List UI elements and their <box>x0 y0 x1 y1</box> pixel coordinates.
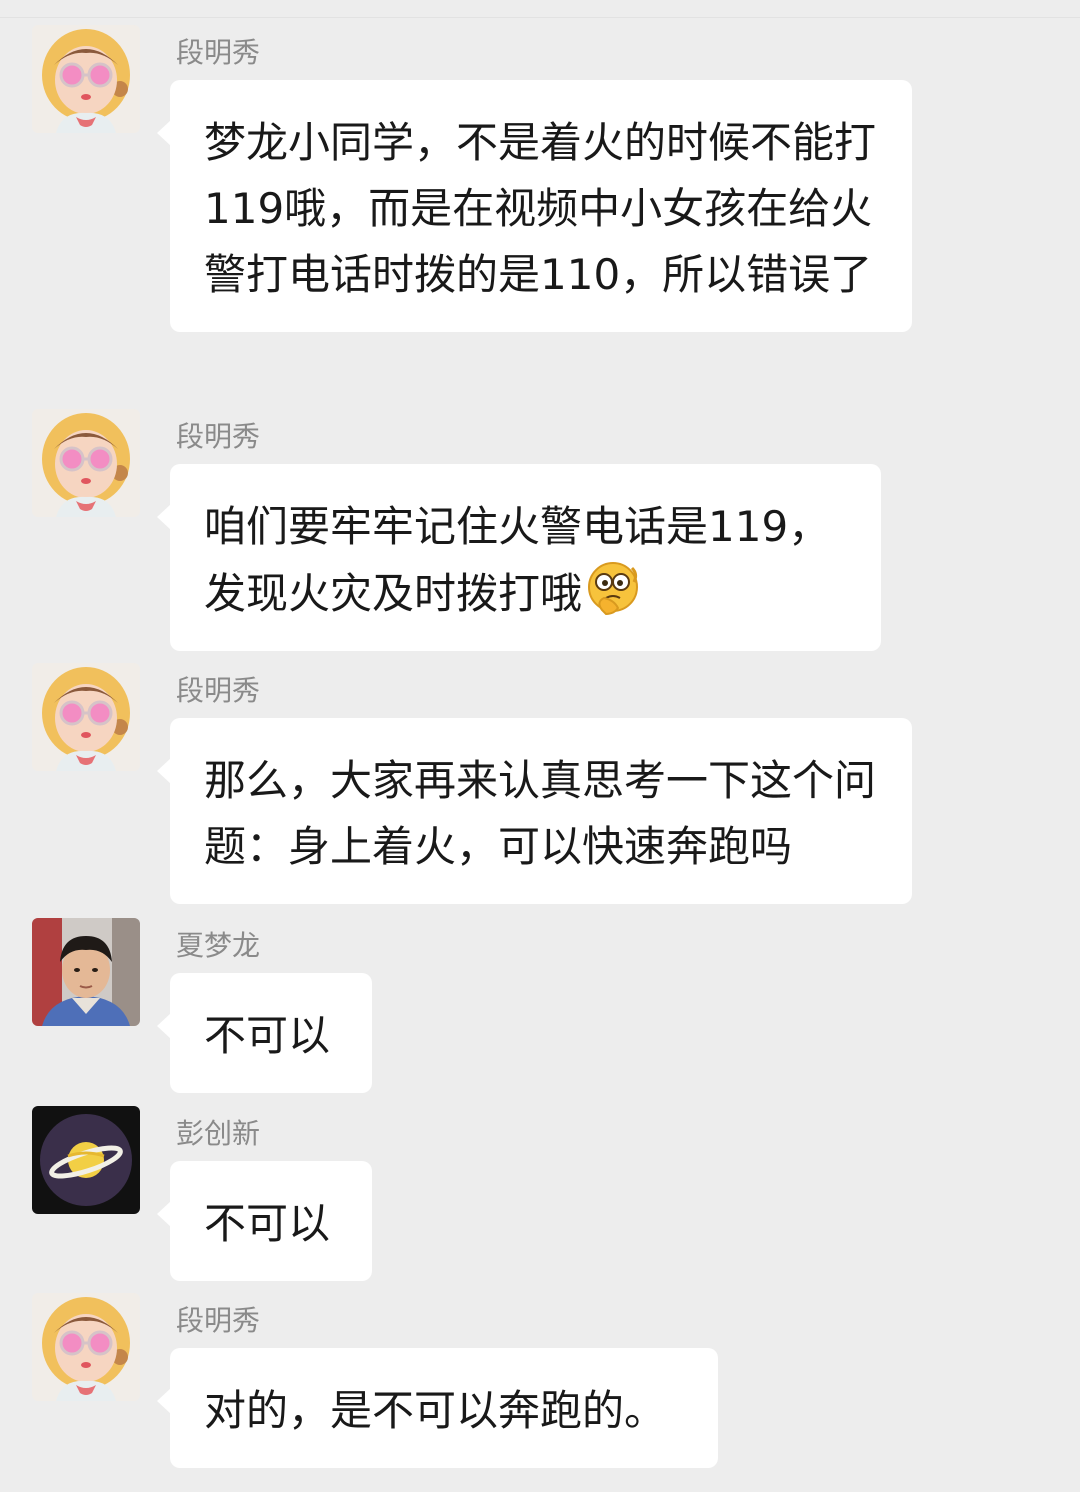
avatar[interactable] <box>32 663 140 771</box>
message-bubble[interactable]: 不可以 <box>157 1161 372 1281</box>
avatar[interactable] <box>32 25 140 133</box>
avatar[interactable] <box>32 1293 140 1401</box>
message-bubble[interactable]: 那么，大家再来认真思考一下这个问题：身上着火，可以快速奔跑吗 <box>157 718 912 904</box>
message-bubble[interactable]: 不可以 <box>157 973 372 1093</box>
sender-name: 段明秀 <box>176 36 261 69</box>
avatar[interactable] <box>32 1106 140 1214</box>
message-text: 梦龙小同学，不是着火的时候不能打119哦，而是在视频中小女孩在给火警打电话时拨的… <box>204 118 877 299</box>
message-bubble[interactable]: 咱们要牢牢记住火警电话是119，发现火灾及时拨打哦 <box>157 464 881 651</box>
sender-name: 段明秀 <box>176 420 261 453</box>
sender-name: 夏梦龙 <box>176 929 261 962</box>
message-text: 不可以 <box>204 1199 331 1248</box>
planet-avatar-icon <box>32 1106 140 1214</box>
sender-name: 段明秀 <box>176 674 261 707</box>
cartoon-girl-avatar-icon <box>32 25 140 133</box>
avatar[interactable] <box>32 918 140 1026</box>
message-bubble[interactable]: 梦龙小同学，不是着火的时候不能打119哦，而是在视频中小女孩在给火警打电话时拨的… <box>157 80 912 332</box>
cartoon-girl-avatar-icon <box>32 1293 140 1401</box>
sender-name: 段明秀 <box>176 1304 261 1337</box>
boy-photo-avatar-icon <box>32 918 140 1026</box>
message-bubble[interactable]: 对的，是不可以奔跑的。 <box>157 1348 718 1468</box>
top-divider <box>0 17 1080 18</box>
cartoon-girl-avatar-icon <box>32 409 140 517</box>
avatar[interactable] <box>32 409 140 517</box>
thinking-emoji-icon <box>588 562 639 616</box>
message-text: 咱们要牢牢记住火警电话是119，发现火灾及时拨打哦 <box>204 502 831 618</box>
cartoon-girl-avatar-icon <box>32 663 140 771</box>
message-text: 对的，是不可以奔跑的。 <box>204 1386 667 1435</box>
message-text: 不可以 <box>204 1011 331 1060</box>
message-text: 那么，大家再来认真思考一下这个问题：身上着火，可以快速奔跑吗 <box>204 756 877 871</box>
sender-name: 彭创新 <box>176 1117 261 1150</box>
